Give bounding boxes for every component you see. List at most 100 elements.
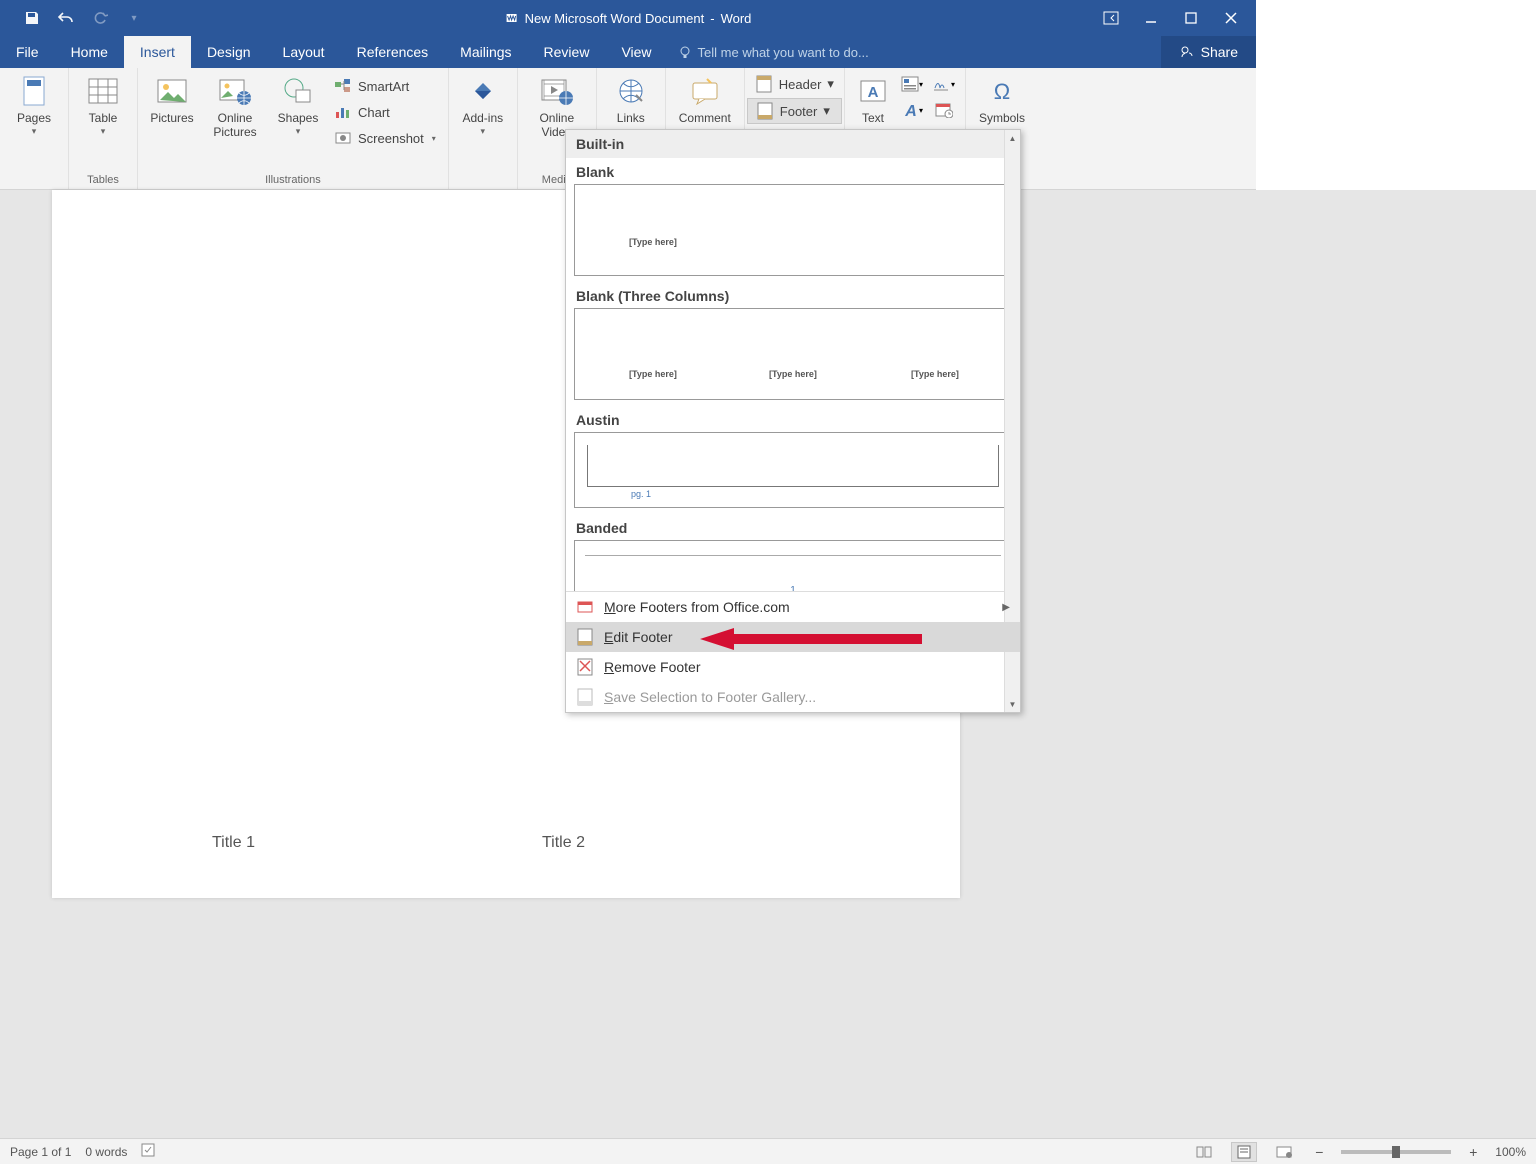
tab-view[interactable]: View <box>605 36 667 68</box>
table-button[interactable]: Table ▾ <box>75 72 131 136</box>
window-controls <box>1102 9 1256 27</box>
signature-icon[interactable]: ▾ <box>933 74 955 94</box>
chart-label: Chart <box>358 105 390 120</box>
word-count[interactable]: 0 words <box>85 1145 127 1159</box>
pages-label: Pages <box>17 111 51 125</box>
footer-title-1: Title 1 <box>212 834 255 852</box>
gallery-item-banded-label: Banded <box>574 514 1012 540</box>
tab-review[interactable]: Review <box>528 36 606 68</box>
shapes-icon <box>281 74 315 108</box>
links-button[interactable]: Links ▾ <box>603 72 659 136</box>
zoom-out[interactable]: − <box>1311 1144 1327 1160</box>
tab-references[interactable]: References <box>341 36 445 68</box>
online-pictures-label: Online Pictures <box>204 111 266 139</box>
gallery-item-austin[interactable]: pg. 1 <box>574 432 1012 508</box>
tab-layout[interactable]: Layout <box>267 36 341 68</box>
gallery-item-blank[interactable]: [Type here] <box>574 184 1012 276</box>
text-box-button[interactable]: A Text <box>851 72 895 127</box>
print-layout-icon[interactable] <box>1231 1142 1257 1162</box>
scroll-up-icon[interactable]: ▲ <box>1005 130 1020 146</box>
addins-icon <box>466 74 500 108</box>
save-selection-icon <box>576 688 594 706</box>
gallery-item-blank3[interactable]: [Type here] [Type here] [Type here] <box>574 308 1012 400</box>
shapes-label: Shapes <box>278 111 319 125</box>
gallery-item-blank3-label: Blank (Three Columns) <box>574 282 1012 308</box>
web-layout-icon[interactable] <box>1271 1142 1297 1162</box>
links-icon <box>614 74 648 108</box>
blank3-ph2: [Type here] <box>769 369 817 379</box>
chart-icon <box>334 103 352 121</box>
quickparts-icon[interactable]: ▾ <box>901 74 923 94</box>
tables-group-label: Tables <box>69 172 137 189</box>
svg-text:A: A <box>868 84 879 101</box>
tab-file[interactable]: File <box>0 36 55 68</box>
tell-me[interactable]: Tell me what you want to do... <box>668 36 879 68</box>
zoom-level[interactable]: 100% <box>1495 1145 1526 1159</box>
remove-footer[interactable]: Remove Footer <box>566 652 1020 682</box>
gallery-scroll[interactable]: Blank [Type here] Blank (Three Columns) … <box>566 158 1020 591</box>
share-label: Share <box>1201 44 1238 60</box>
close-icon[interactable] <box>1222 9 1240 27</box>
symbols-button[interactable]: Ω Symbols <box>972 72 1032 127</box>
pictures-icon <box>155 74 189 108</box>
footer-button[interactable]: Footer ▾ <box>747 98 842 124</box>
save-selection-footer: Save Selection to Footer Gallery... <box>566 682 1020 712</box>
header-icon <box>755 75 773 93</box>
ribbon-options-icon[interactable] <box>1102 9 1120 27</box>
group-illustrations: Pictures Online Pictures Shapes ▾ SmartA… <box>138 68 449 189</box>
edit-footer[interactable]: Edit Footer <box>566 622 1020 652</box>
quick-access-toolbar: ▾ <box>0 8 144 28</box>
proofing-icon[interactable] <box>141 1142 159 1161</box>
chart-button[interactable]: Chart <box>328 100 442 124</box>
smartart-icon <box>334 77 352 95</box>
comment-icon <box>688 74 722 108</box>
blank3-ph3: [Type here] <box>911 369 959 379</box>
undo-icon[interactable] <box>56 8 76 28</box>
comment-label: Comment <box>679 111 731 125</box>
austin-pg: pg. 1 <box>631 489 651 499</box>
tab-mailings[interactable]: Mailings <box>444 36 527 68</box>
table-icon <box>86 74 120 108</box>
tab-home[interactable]: Home <box>55 36 124 68</box>
symbols-label: Symbols <box>979 111 1025 125</box>
pictures-button[interactable]: Pictures <box>144 72 200 127</box>
online-pictures-button[interactable]: Online Pictures <box>202 72 268 141</box>
svg-text:A: A <box>904 103 917 119</box>
page-count[interactable]: Page 1 of 1 <box>10 1145 71 1159</box>
smartart-label: SmartArt <box>358 79 409 94</box>
header-button[interactable]: Header ▾ <box>747 72 842 96</box>
shapes-button[interactable]: Shapes ▾ <box>270 72 326 136</box>
redo-icon[interactable] <box>90 8 110 28</box>
tab-insert[interactable]: Insert <box>124 36 191 68</box>
tab-design[interactable]: Design <box>191 36 267 68</box>
screenshot-button[interactable]: Screenshot ▾ <box>328 126 442 150</box>
addins-button[interactable]: Add-ins ▾ <box>455 72 511 136</box>
zoom-in[interactable]: + <box>1465 1144 1481 1160</box>
pages-button[interactable]: Pages ▾ <box>6 72 62 136</box>
read-mode-icon[interactable] <box>1191 1142 1217 1162</box>
maximize-icon[interactable] <box>1182 9 1200 27</box>
links-label: Links <box>617 111 645 125</box>
online-video-icon <box>540 74 574 108</box>
comment-button[interactable]: Comment <box>672 72 738 127</box>
qat-customize-icon[interactable]: ▾ <box>124 8 144 28</box>
gallery-builtin-header: Built-in <box>566 130 1020 158</box>
wordart-icon[interactable]: A▾ <box>901 100 923 120</box>
share-button[interactable]: Share <box>1161 36 1256 68</box>
group-tables: Table ▾ Tables <box>69 68 138 189</box>
table-label: Table <box>89 111 118 125</box>
screenshot-label: Screenshot <box>358 131 424 146</box>
omega-icon: Ω <box>985 74 1019 108</box>
tell-me-label: Tell me what you want to do... <box>698 45 869 60</box>
edit-footer-icon <box>576 628 594 646</box>
zoom-slider[interactable] <box>1341 1150 1451 1154</box>
pictures-label: Pictures <box>150 111 193 125</box>
gallery-item-banded[interactable]: 1 <box>574 540 1012 591</box>
save-icon[interactable] <box>22 8 42 28</box>
status-bar: Page 1 of 1 0 words − + 100% <box>0 1138 1536 1164</box>
minimize-icon[interactable] <box>1142 9 1160 27</box>
office-icon <box>576 598 594 616</box>
more-footers[interactable]: More Footers from Office.com ▶ <box>566 592 1020 622</box>
datetime-icon[interactable] <box>933 100 955 120</box>
smartart-button[interactable]: SmartArt <box>328 74 442 98</box>
